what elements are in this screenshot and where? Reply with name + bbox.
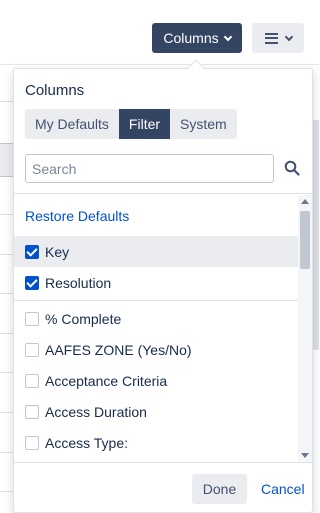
divider xyxy=(14,193,312,194)
list-item-label: % Complete xyxy=(45,310,122,327)
list-item[interactable]: Acceptance Criteria xyxy=(14,365,298,396)
list-item[interactable]: Access Duration xyxy=(14,396,298,427)
tab-filter[interactable]: Filter xyxy=(118,109,171,139)
search-input[interactable] xyxy=(26,155,273,182)
checkbox[interactable] xyxy=(25,342,39,357)
page-row-line xyxy=(0,412,14,413)
page-divider xyxy=(0,64,319,65)
chevron-down-icon xyxy=(284,32,293,41)
list-item[interactable]: % Complete xyxy=(14,303,298,334)
checkbox[interactable] xyxy=(25,244,39,259)
page-row-selected xyxy=(0,143,14,177)
scroll-thumb[interactable] xyxy=(300,211,310,269)
scroll-up-icon[interactable] xyxy=(301,199,309,204)
checkbox[interactable] xyxy=(25,404,39,419)
checkbox[interactable] xyxy=(25,373,39,388)
list-item[interactable]: Resolution xyxy=(14,267,298,298)
more-options-button[interactable] xyxy=(252,23,304,53)
page-row-line xyxy=(0,372,14,373)
list-item-label: Access Type: xyxy=(45,434,129,451)
divider xyxy=(14,300,298,301)
divider xyxy=(14,462,312,463)
restore-defaults-link[interactable]: Restore Defaults xyxy=(25,208,129,224)
page-row-line xyxy=(0,254,14,255)
scroll-down-icon[interactable] xyxy=(301,453,309,458)
tab-my-defaults[interactable]: My Defaults xyxy=(25,109,119,139)
search-field xyxy=(25,154,274,183)
cancel-link[interactable]: Cancel xyxy=(261,474,305,504)
list-item[interactable]: AAFES ZONE (Yes/No) xyxy=(14,334,298,365)
page-scrollbar[interactable] xyxy=(313,120,319,350)
list-scrollbar[interactable] xyxy=(298,195,312,462)
checkbox[interactable] xyxy=(25,275,39,290)
page-row-line xyxy=(0,101,14,102)
column-list: Restore Defaults Key Resolution % Comple… xyxy=(14,195,312,462)
list-item-label: Resolution xyxy=(45,274,112,291)
list-item-label: Access Duration xyxy=(45,403,147,420)
columns-button-label: Columns xyxy=(163,30,219,46)
panel-title: Columns xyxy=(25,82,85,99)
list-item[interactable]: Access Type: xyxy=(14,427,298,458)
chevron-down-icon xyxy=(223,32,232,41)
list-item[interactable]: Key xyxy=(14,236,298,267)
search-icon[interactable] xyxy=(284,160,300,176)
page-row-line xyxy=(0,333,14,334)
checkbox[interactable] xyxy=(25,311,39,326)
list-item-label: Key xyxy=(45,243,70,260)
columns-button[interactable]: Columns xyxy=(152,23,242,53)
tab-system[interactable]: System xyxy=(170,109,237,139)
page-row-line xyxy=(0,293,14,294)
list-item-label: Acceptance Criteria xyxy=(45,372,168,389)
page-row-line xyxy=(0,452,14,453)
checkbox[interactable] xyxy=(25,435,39,450)
page-row-line xyxy=(0,491,14,492)
done-button[interactable]: Done xyxy=(192,474,247,504)
page-row-line xyxy=(0,214,14,215)
column-source-tabs: My Defaults Filter System xyxy=(25,109,237,139)
list-item-label: AAFES ZONE (Yes/No) xyxy=(45,341,192,358)
hamburger-icon xyxy=(264,32,278,44)
columns-dropdown: Columns My Defaults Filter System Restor… xyxy=(13,68,313,513)
